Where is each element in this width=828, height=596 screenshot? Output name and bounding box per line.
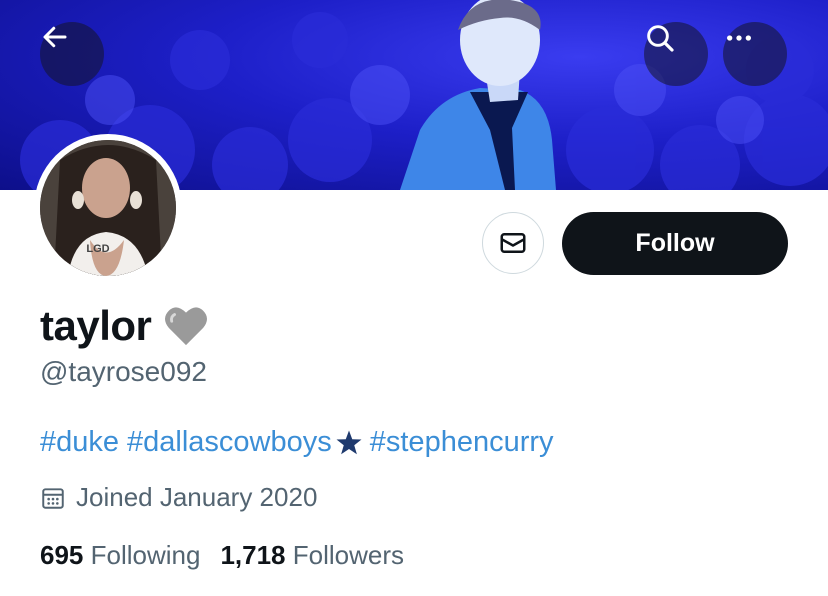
follow-stats: 695 Following 1,718 Followers bbox=[40, 540, 404, 571]
more-button[interactable] bbox=[723, 22, 787, 86]
followers-count: 1,718 bbox=[220, 540, 286, 570]
mail-icon bbox=[500, 233, 526, 253]
display-name: taylor bbox=[40, 302, 152, 349]
avatar-shirt-text: LGD bbox=[86, 243, 109, 255]
message-button[interactable] bbox=[482, 212, 544, 274]
search-icon bbox=[647, 25, 674, 52]
hashtag-dallascowboys[interactable]: #dallascowboys bbox=[127, 426, 332, 459]
back-button[interactable] bbox=[40, 22, 104, 86]
star-icon bbox=[336, 430, 362, 454]
joined-date: Joined January 2020 bbox=[40, 482, 317, 513]
follow-button[interactable]: Follow bbox=[562, 212, 788, 275]
followers-label: Followers bbox=[292, 540, 405, 570]
arrow-left-icon bbox=[43, 26, 67, 48]
name-row: taylor bbox=[40, 298, 209, 354]
grey-heart-icon bbox=[165, 307, 208, 346]
avatar[interactable]: LGD bbox=[34, 134, 182, 282]
following-count: 695 bbox=[40, 540, 84, 570]
followers-link[interactable]: 1,718 Followers bbox=[220, 540, 404, 571]
hashtag-stephencurry[interactable]: #stephencurry bbox=[370, 426, 554, 459]
hashtag-duke[interactable]: #duke bbox=[40, 426, 119, 459]
bio: #duke #dallascowboys #stephencurry bbox=[40, 426, 554, 459]
search-button[interactable] bbox=[644, 22, 708, 86]
avatar-image: LGD bbox=[40, 140, 176, 276]
joined-text: Joined January 2020 bbox=[76, 482, 318, 512]
user-handle: @tayrose092 bbox=[40, 356, 207, 387]
more-horizontal-icon bbox=[727, 35, 751, 41]
calendar-icon bbox=[42, 487, 64, 509]
following-link[interactable]: 695 Following bbox=[40, 540, 200, 571]
following-label: Following bbox=[90, 540, 201, 570]
